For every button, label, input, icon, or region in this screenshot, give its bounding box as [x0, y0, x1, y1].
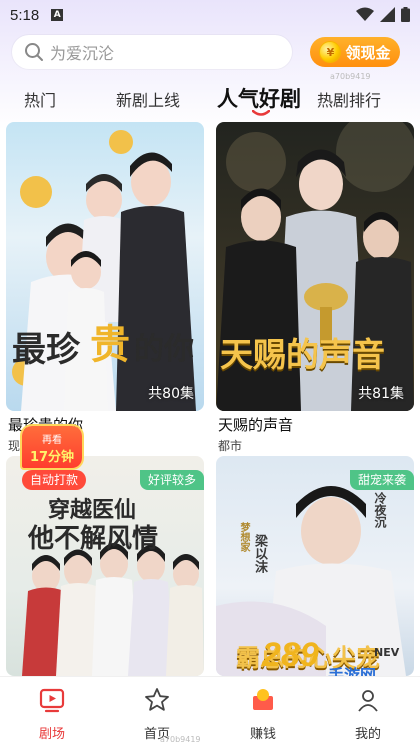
status-time: 5:18: [10, 6, 40, 24]
tab-popular[interactable]: 人气好剧: [217, 83, 301, 113]
poster-title-part2: 贵: [90, 321, 130, 368]
episode-count: 共80集: [148, 386, 194, 402]
drama-title-2[interactable]: 天赐的声音: [218, 414, 293, 435]
money-icon: [253, 689, 273, 710]
poster-title-line2: 他不解风情: [28, 524, 159, 554]
status-icons: [356, 7, 410, 22]
tab-new-releases[interactable]: 新剧上线: [116, 87, 180, 111]
watermark-id: a70b9419: [330, 72, 371, 81]
coin-icon: ¥: [319, 41, 342, 63]
poster-female-name: 梁以沫: [252, 534, 267, 573]
episode-count: 共81集: [358, 386, 404, 402]
search-icon: [25, 43, 43, 61]
tab-hot[interactable]: 热门: [24, 87, 56, 111]
search-placeholder: 为爱沉沦: [50, 44, 115, 63]
poster-male-name: 冷夜沉: [373, 492, 387, 528]
active-tab-indicator: [252, 110, 270, 116]
drama-card-1[interactable]: 最珍 贵 的你 共80集: [6, 122, 204, 411]
bottom-navigation: 剧场 首页 赚钱 我的: [0, 676, 420, 746]
site-watermark-tag: NEV: [374, 646, 400, 659]
battery-icon: [401, 7, 410, 22]
watermark-bottom: a70b9419: [160, 735, 201, 744]
category-tabs: 热门 新剧上线 人气好剧 热剧排行: [0, 83, 420, 116]
profile-icon: [358, 690, 378, 712]
wifi-icon: [356, 7, 374, 21]
status-bar: 5:18 A: [0, 0, 420, 30]
search-input[interactable]: 为爱沉沦: [12, 35, 292, 69]
nav-theater-label: 剧场: [38, 727, 65, 742]
theater-icon: [39, 688, 65, 713]
rating-badge: 好评较多: [139, 470, 204, 490]
poster-title: 天赐的声音: [220, 335, 385, 374]
star-icon: [145, 688, 169, 711]
earn-cash-label: 领现金: [345, 43, 391, 62]
notification-a-icon: A: [51, 9, 64, 21]
tab-ranking[interactable]: 热剧排行: [317, 87, 381, 111]
poster-female-tag: 梦想家: [238, 522, 249, 552]
nav-earn-label: 赚钱: [249, 727, 276, 742]
watch-time-reward[interactable]: 再看 17分钟: [22, 426, 82, 468]
nav-profile-label: 我的: [354, 727, 381, 742]
drama-card-2[interactable]: 天赐的声音 共81集: [216, 122, 414, 411]
earn-cash-button[interactable]: ¥ 领现金: [310, 37, 400, 67]
drama-genre-2: 都市: [218, 439, 243, 453]
poster-title-part1: 最珍: [12, 330, 80, 370]
rating-badge: 甜宠来袭: [349, 470, 414, 490]
watch-reward-line2: 17分钟: [29, 450, 75, 465]
signal-icon: [380, 7, 395, 22]
site-watermark-number: 289: [262, 636, 319, 674]
poster-title-part3: 的你: [134, 332, 194, 367]
auto-payout-badge: 自动打款: [22, 470, 87, 490]
watch-reward-line1: 再看: [42, 435, 62, 446]
